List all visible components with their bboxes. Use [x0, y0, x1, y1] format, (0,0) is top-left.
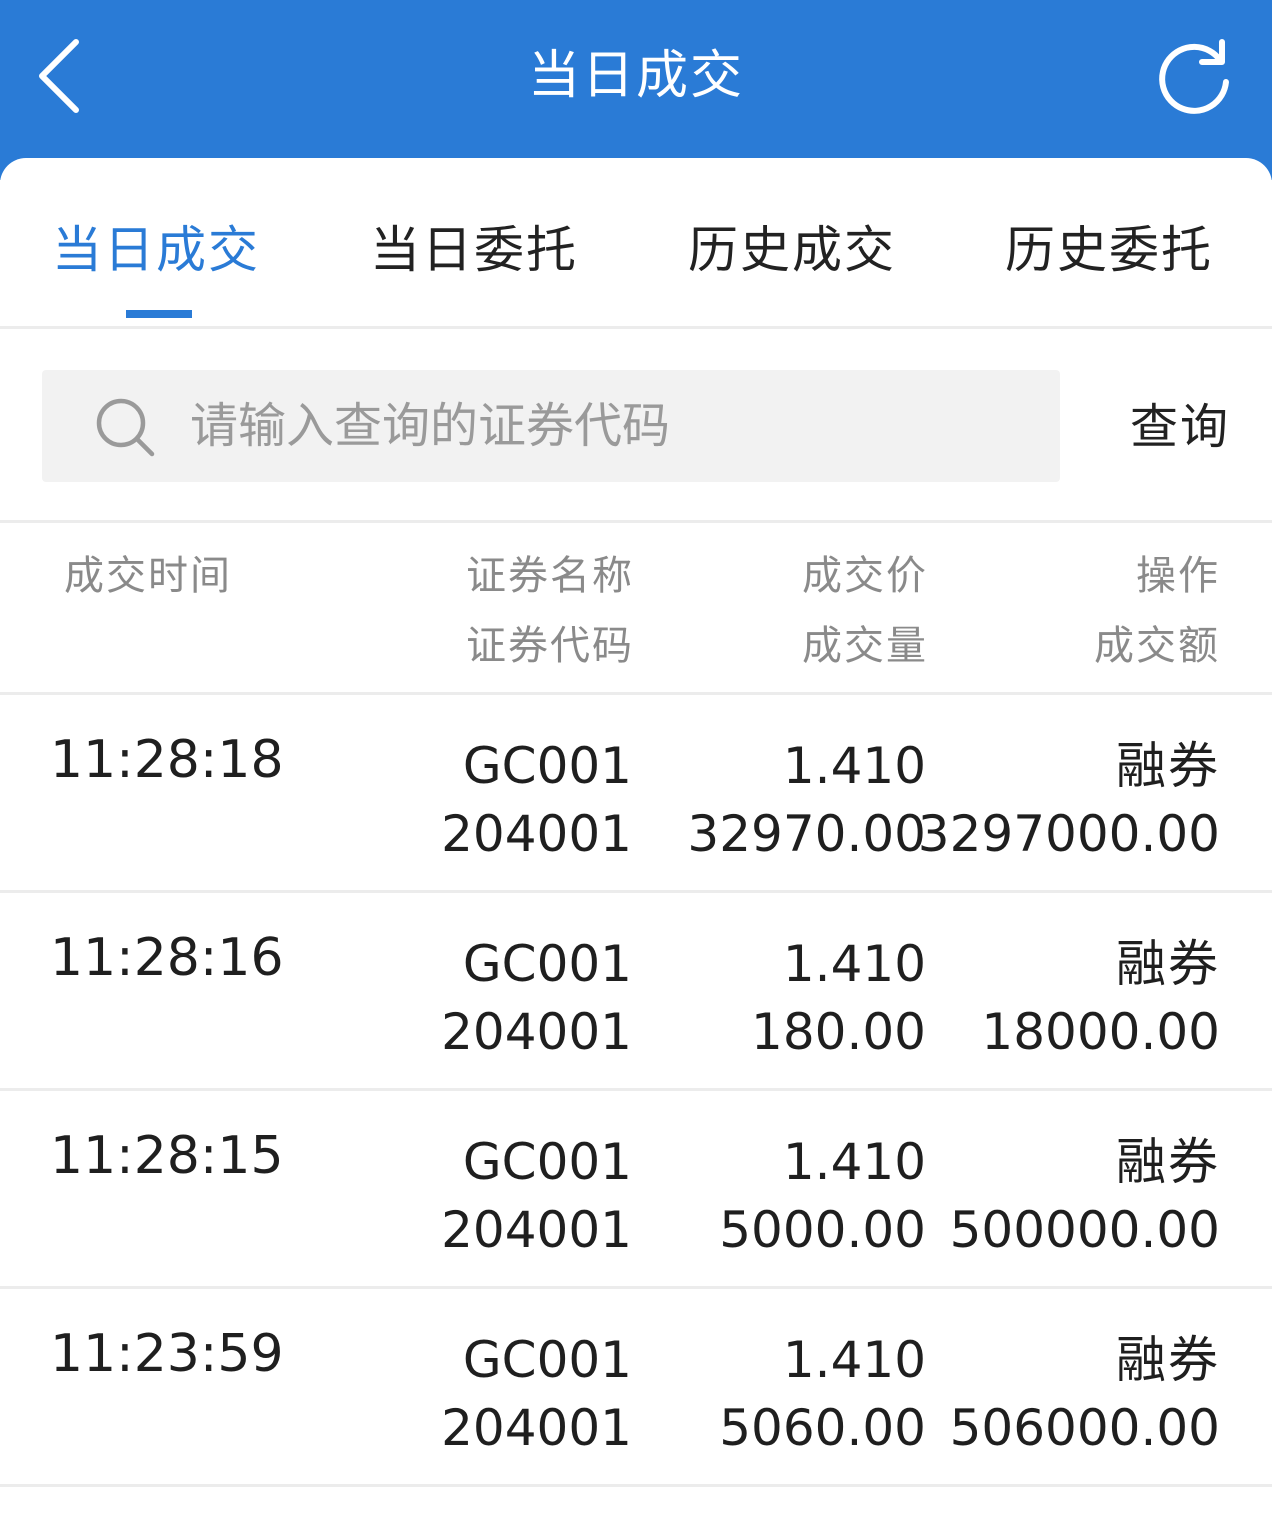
table-row[interactable]: 11:28:16 GC001 204001 1.410 180.00 融券 18… — [0, 893, 1272, 1091]
trade-amount: 3297000.00 — [917, 805, 1220, 863]
header-operation: 操作 — [1136, 553, 1220, 599]
tab-bar: 当日成交 当日委托 历史成交 历史委托 — [0, 158, 1272, 328]
query-button[interactable]: 查询 — [1100, 392, 1230, 462]
table-row[interactable]: 11:28:18 GC001 204001 1.410 32970.00 融券 … — [0, 695, 1272, 893]
trade-quantity: 5060.00 — [719, 1399, 926, 1457]
security-name: GC001 — [462, 737, 632, 795]
page-title: 当日成交 — [527, 46, 744, 106]
tab-divider — [0, 326, 1272, 329]
security-code: 204001 — [441, 805, 632, 863]
security-code: 204001 — [441, 1003, 632, 1061]
top-bar: 当日成交 — [0, 0, 1272, 180]
tab-history-trades[interactable]: 历史成交 — [688, 212, 896, 288]
trade-quantity: 5000.00 — [719, 1201, 926, 1259]
active-tab-indicator — [126, 310, 192, 318]
header-security-name: 证券名称 — [466, 553, 634, 599]
operation: 融券 — [1116, 935, 1220, 993]
table-row[interactable]: 11:28:15 GC001 204001 1.410 5000.00 融券 5… — [0, 1091, 1272, 1289]
row-divider — [0, 1484, 1272, 1487]
refresh-button[interactable] — [1152, 38, 1236, 118]
trade-price: 1.410 — [782, 1331, 926, 1389]
trade-page: 当日成交 当日成交 当日委托 历史成交 历史委托 查询 成交时间 证券名称 证券… — [0, 0, 1272, 1518]
trade-quantity: 180.00 — [751, 1003, 926, 1061]
security-code: 204001 — [441, 1201, 632, 1259]
operation: 融券 — [1116, 1331, 1220, 1389]
search-bar — [42, 370, 1060, 482]
security-name: GC001 — [462, 1331, 632, 1389]
trade-price: 1.410 — [782, 1133, 926, 1191]
trade-quantity: 32970.00 — [687, 805, 926, 863]
security-code-search-input[interactable] — [190, 388, 1030, 464]
trade-time: 11:28:18 — [50, 730, 284, 790]
tab-today-orders[interactable]: 当日委托 — [370, 212, 578, 288]
trade-time: 11:28:15 — [50, 1126, 284, 1186]
operation: 融券 — [1116, 1133, 1220, 1191]
trade-price: 1.410 — [782, 737, 926, 795]
search-icon — [96, 398, 155, 457]
trade-time: 11:23:59 — [50, 1324, 284, 1384]
header-trade-quantity: 成交量 — [802, 623, 928, 669]
trade-time: 11:28:16 — [50, 928, 284, 988]
header-trade-time: 成交时间 — [64, 553, 232, 599]
security-name: GC001 — [462, 1133, 632, 1191]
trade-amount: 18000.00 — [981, 1003, 1220, 1061]
header-security-code: 证券代码 — [466, 623, 634, 669]
header-trade-amount: 成交额 — [1094, 623, 1220, 669]
table-row[interactable]: 11:23:59 GC001 204001 1.410 5060.00 融券 5… — [0, 1289, 1272, 1487]
tab-today-trades[interactable]: 当日成交 — [52, 212, 260, 288]
operation: 融券 — [1116, 737, 1220, 795]
header-trade-price: 成交价 — [802, 553, 928, 599]
tab-history-orders[interactable]: 历史委托 — [1005, 212, 1213, 288]
refresh-icon — [1159, 39, 1229, 114]
security-name: GC001 — [462, 935, 632, 993]
trade-price: 1.410 — [782, 935, 926, 993]
trade-amount: 500000.00 — [949, 1201, 1220, 1259]
trade-amount: 506000.00 — [949, 1399, 1220, 1457]
security-code: 204001 — [441, 1399, 632, 1457]
search-divider — [0, 520, 1272, 523]
